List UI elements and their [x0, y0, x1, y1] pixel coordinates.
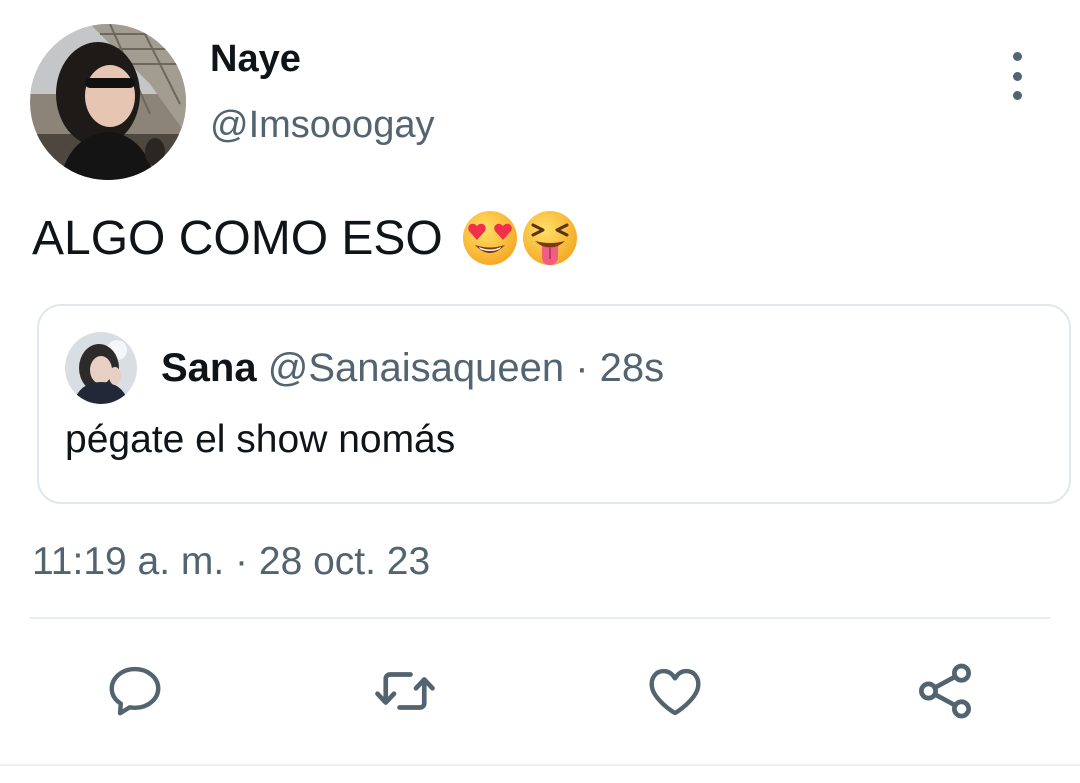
author-display-name[interactable]: Naye [210, 38, 301, 81]
dot [1012, 91, 1022, 100]
quoted-tweet-header: Sana @Sanaisaqueen · 28s [161, 346, 664, 391]
dot [1012, 71, 1022, 81]
retweet-icon [375, 672, 435, 710]
like-button[interactable] [640, 656, 710, 726]
quoted-author-avatar-image [65, 332, 137, 404]
tweet-emojis [461, 209, 579, 267]
more-options-icon[interactable] [996, 52, 1038, 100]
reply-icon [109, 666, 161, 716]
smiling-face-with-heart-eyes-icon [462, 211, 517, 265]
squinting-face-with-tongue-icon [522, 211, 577, 265]
like-icon [649, 668, 701, 716]
author-avatar-image [30, 24, 186, 180]
reply-button[interactable] [100, 656, 170, 726]
author-handle[interactable]: @Imsooogay [210, 104, 434, 147]
quoted-tweet-text: pégate el show nomás [65, 418, 456, 461]
share-button[interactable] [910, 656, 980, 726]
retweet-button[interactable] [370, 656, 440, 726]
quoted-tweet-card[interactable]: Sana @Sanaisaqueen · 28s pégate el show … [37, 304, 1071, 504]
quoted-author-meta: @Sanaisaqueen · 28s [267, 346, 665, 390]
quoted-author-avatar[interactable] [65, 332, 137, 404]
tweet-body: ALGO COMO ESO [32, 206, 579, 270]
author-avatar[interactable] [30, 24, 186, 180]
tweet-text: ALGO COMO ESO [32, 211, 443, 265]
quoted-author-name[interactable]: Sana [161, 346, 257, 390]
share-icon [919, 663, 971, 719]
divider [30, 617, 1050, 619]
bottom-divider [0, 764, 1080, 766]
dot [1012, 52, 1022, 61]
tweet-timestamp[interactable]: 11:19 a. m. · 28 oct. 23 [32, 540, 430, 584]
